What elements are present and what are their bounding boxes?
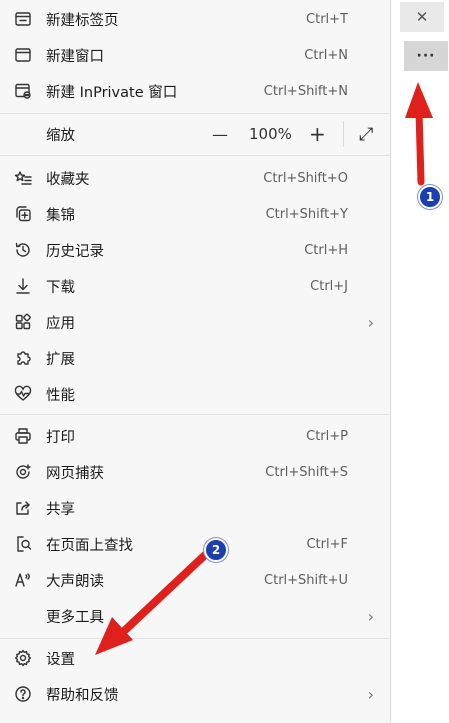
annotation-badge-2: 2 [204, 538, 228, 562]
arrow-1 [405, 82, 433, 186]
arrow-2 [95, 551, 209, 655]
annotation-badge-1: 1 [418, 185, 442, 209]
annotation-arrows [95, 82, 433, 655]
